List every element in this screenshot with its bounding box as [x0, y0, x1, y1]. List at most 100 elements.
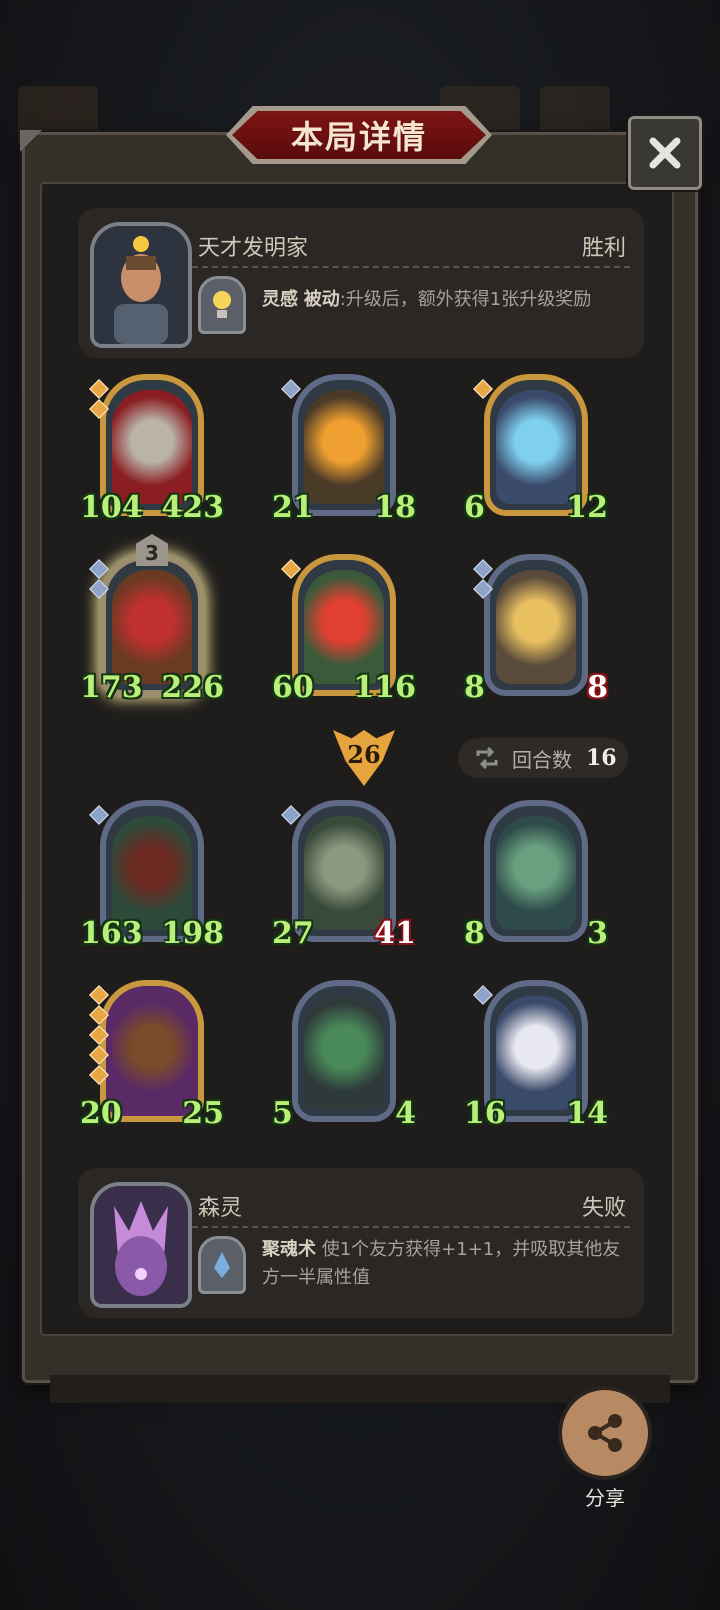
page-title: 本局详情 [290, 118, 427, 156]
swap-arrows-icon [476, 746, 498, 770]
gem-icon [89, 399, 109, 419]
attack-value: 104 [80, 488, 143, 528]
tier-gems [281, 379, 301, 402]
inventor-portrait [90, 222, 192, 348]
kill-count: 26 [347, 740, 381, 769]
player-result: 胜利 [581, 236, 626, 261]
pinocchio-art [496, 570, 576, 684]
title-banner: 本局详情 [226, 106, 492, 164]
skill-name: 灵感 [262, 289, 298, 310]
ogre-art [112, 570, 192, 684]
soul-gather-icon [198, 1236, 246, 1294]
tier-gems [89, 559, 109, 602]
fox-dog-art [496, 996, 576, 1110]
tier-gems [473, 379, 493, 402]
unit-card-armored-knight[interactable]: 104 423 [80, 374, 224, 526]
gem-icon [89, 805, 109, 825]
gem-icon [89, 379, 109, 399]
player-result: 失败 [581, 1196, 626, 1221]
tier-gems [281, 559, 301, 582]
skill-description: 灵感 被动:升级后，额外获得1张升级奖励 [262, 286, 630, 314]
close-button[interactable] [628, 116, 702, 190]
red-imp-art [304, 570, 384, 684]
skill-name: 聚魂术 [262, 1239, 316, 1260]
gem-icon [281, 379, 301, 399]
gem-icon [473, 985, 493, 1005]
tree-monster-art [304, 390, 384, 504]
attack-value: 8 [464, 914, 514, 954]
unit-card-fox-dog[interactable]: 16 14 [464, 980, 608, 1132]
skill-desc: :升级后，额外获得1张升级奖励 [339, 289, 592, 310]
gem-icon [89, 559, 109, 579]
player-name: 森灵 [198, 1196, 243, 1221]
gem-icon [473, 379, 493, 399]
health-value: 3 [558, 914, 608, 954]
tier-gems [89, 379, 109, 422]
gem-icon [89, 1065, 109, 1085]
gem-icon [473, 559, 493, 579]
rounds-label: 回合数 [512, 747, 572, 772]
gem-icon [89, 1025, 109, 1045]
gem-icon [89, 985, 109, 1005]
stone-golem-art [304, 816, 384, 930]
tier-gems [89, 805, 109, 828]
health-value: 14 [558, 1094, 608, 1134]
attack-value: 27 [272, 914, 322, 954]
health-value: 25 [174, 1094, 224, 1134]
tier-gems [89, 985, 109, 1088]
attack-value: 8 [464, 668, 514, 708]
player-name: 天才发明家 [198, 236, 309, 261]
health-value: 12 [558, 488, 608, 528]
loser-player-row: 森灵 失败 聚魂术 使1个友方获得+1+1，并吸取其他友方一半属性值 [78, 1168, 644, 1318]
health-value: 4 [366, 1094, 416, 1134]
health-value: 18 [366, 488, 416, 528]
boar-art [112, 816, 192, 930]
gem-icon [89, 579, 109, 599]
unit-card-stone-golem[interactable]: 27 41 [272, 800, 416, 952]
attack-value: 163 [80, 914, 143, 954]
health-value: 8 [558, 668, 608, 708]
tier-gems [281, 805, 301, 828]
tier-gems [473, 559, 493, 602]
sea-witch-art [496, 390, 576, 504]
health-value: 116 [353, 668, 416, 708]
close-icon [649, 137, 681, 169]
kill-counter-badge: 26 [333, 730, 395, 786]
skill-desc: 使1个友方获得+1+1，并吸取其他友方一半属性值 [262, 1239, 621, 1288]
unit-card-boar[interactable]: 163 198 [80, 800, 224, 952]
forest-spirit-portrait [90, 1182, 192, 1308]
gem-icon [89, 1045, 109, 1065]
unit-card-sea-witch[interactable]: 6 12 [464, 374, 608, 526]
skill-description: 聚魂术 使1个友方获得+1+1，并吸取其他友方一半属性值 [262, 1236, 630, 1292]
unit-card-ogre[interactable]: 3 173 226 [80, 534, 224, 706]
unit-card-red-imp[interactable]: 60 116 [272, 554, 416, 706]
attack-value: 6 [464, 488, 514, 528]
attack-value: 173 [80, 668, 143, 708]
unit-card-tree-monster[interactable]: 21 18 [272, 374, 416, 526]
attack-value: 20 [80, 1094, 130, 1134]
gem-icon [89, 1005, 109, 1025]
parrot-art [496, 816, 576, 930]
divider [192, 1226, 630, 1228]
share-button[interactable] [562, 1390, 648, 1476]
health-value: 423 [161, 488, 224, 528]
attack-value: 60 [272, 668, 322, 708]
tier-gems [473, 985, 493, 1008]
divider [192, 266, 630, 268]
gem-icon [281, 559, 301, 579]
lightbulb-icon [198, 276, 246, 334]
unit-card-tiki-mask[interactable]: 20 25 [80, 980, 224, 1132]
plant-monster-art [304, 996, 384, 1110]
unit-card-parrot[interactable]: 83 [464, 800, 608, 952]
rounds-value: 16 [586, 745, 617, 771]
winner-player-row: 天才发明家 胜利 灵感 被动:升级后，额外获得1张升级奖励 [78, 208, 644, 358]
skill-tag: 被动 [303, 289, 340, 310]
share-icon [588, 1414, 622, 1452]
rounds-counter: 回合数 16 [458, 738, 628, 778]
unit-card-plant-monster[interactable]: 54 [272, 980, 416, 1132]
tiki-mask-art [112, 996, 192, 1110]
gem-icon [473, 579, 493, 599]
unit-card-pinocchio[interactable]: 88 [464, 554, 608, 706]
gem-icon [281, 805, 301, 825]
share-label: 分享 [585, 1486, 625, 1510]
